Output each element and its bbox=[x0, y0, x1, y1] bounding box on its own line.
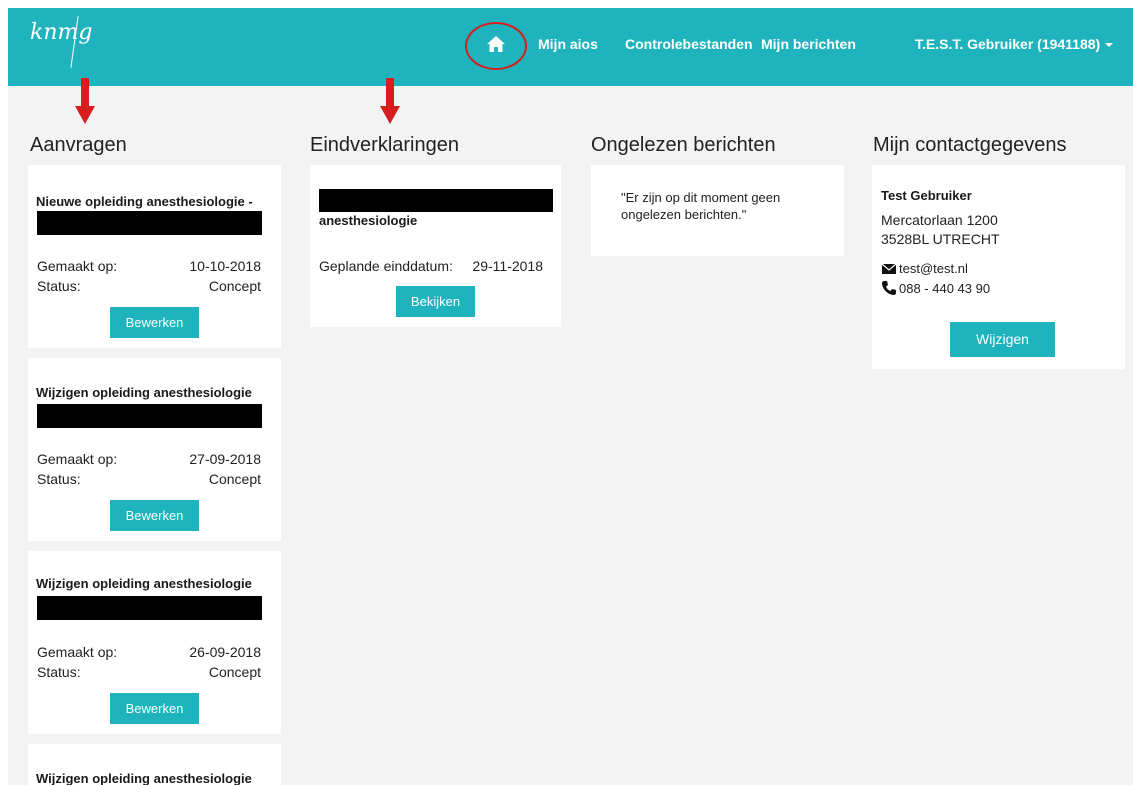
aanvraag-card: Wijzigen opleiding anesthesiologie bbox=[28, 744, 281, 785]
envelope-icon bbox=[881, 263, 897, 274]
nav-mijn-aios[interactable]: Mijn aios bbox=[538, 36, 598, 52]
contact-card: Test Gebruiker Mercatorlaan 1200 3528BL … bbox=[872, 165, 1125, 369]
aanvraag-title: Wijzigen opleiding anesthesiologie bbox=[36, 385, 252, 400]
phone-icon bbox=[882, 281, 896, 295]
home-icon[interactable] bbox=[486, 35, 506, 53]
aanvragen-heading: Aanvragen bbox=[30, 134, 127, 156]
aanvraag-card: Nieuwe opleiding anesthesiologie - Gemaa… bbox=[28, 165, 281, 348]
caret-down-icon bbox=[1105, 43, 1114, 48]
bekijken-button[interactable]: Bekijken bbox=[396, 286, 475, 317]
aanvraag-title: Wijzigen opleiding anesthesiologie bbox=[36, 771, 252, 785]
nav-controlebestanden[interactable]: Controlebestanden bbox=[625, 36, 753, 52]
knmg-logo[interactable]: knmg bbox=[30, 16, 93, 68]
top-navbar: knmg Mijn aios Controlebestanden Mijn be… bbox=[8, 8, 1133, 86]
einddatum-label: Geplande einddatum: bbox=[319, 258, 453, 274]
wijzigen-button[interactable]: Wijzigen bbox=[950, 322, 1055, 357]
created-label: Gemaakt op: bbox=[37, 258, 118, 274]
created-label: Gemaakt op: bbox=[37, 644, 118, 660]
eindverklaring-card: anesthesiologie Geplande einddatum: 29-1… bbox=[310, 165, 561, 327]
bewerken-button[interactable]: Bewerken bbox=[110, 500, 199, 531]
redaction-bar bbox=[37, 596, 262, 620]
status-value: Concept bbox=[208, 664, 261, 680]
status-label: Status: bbox=[37, 278, 81, 294]
aanvraag-card: Wijzigen opleiding anesthesiologie Gemaa… bbox=[28, 551, 281, 734]
status-value: Concept bbox=[208, 278, 261, 294]
contact-email[interactable]: test@test.nl bbox=[899, 261, 968, 276]
created-value: 26-09-2018 bbox=[189, 644, 261, 660]
contact-phone: 088 - 440 43 90 bbox=[899, 281, 991, 296]
einddatum-value: 29-11-2018 bbox=[472, 258, 543, 274]
bewerken-button[interactable]: Bewerken bbox=[110, 693, 199, 724]
aanvraag-title: Wijzigen opleiding anesthesiologie bbox=[36, 576, 252, 591]
nav-mijn-berichten[interactable]: Mijn berichten bbox=[761, 36, 856, 52]
redaction-bar bbox=[37, 404, 262, 428]
redaction-bar bbox=[37, 211, 262, 235]
app-frame: knmg Mijn aios Controlebestanden Mijn be… bbox=[8, 8, 1133, 785]
aanvraag-card: Wijzigen opleiding anesthesiologie Gemaa… bbox=[28, 358, 281, 541]
redaction-bar bbox=[319, 189, 553, 212]
no-messages-text: "Er zijn op dit moment geen ongelezen be… bbox=[621, 190, 781, 222]
eindverklaringen-heading: Eindverklaringen bbox=[310, 134, 459, 156]
contact-city: 3528BL UTRECHT bbox=[881, 231, 1000, 247]
aanvraag-title: Nieuwe opleiding anesthesiologie - bbox=[36, 194, 253, 209]
contactgegevens-heading: Mijn contactgegevens bbox=[873, 134, 1067, 156]
ongelezen-berichten-heading: Ongelezen berichten bbox=[591, 134, 776, 156]
bewerken-button[interactable]: Bewerken bbox=[110, 307, 199, 338]
annotation-arrow-down bbox=[380, 78, 400, 124]
status-label: Status: bbox=[37, 471, 81, 487]
status-label: Status: bbox=[37, 664, 81, 680]
created-value: 27-09-2018 bbox=[189, 451, 261, 467]
user-menu[interactable]: T.E.S.T. Gebruiker (1941188) bbox=[915, 36, 1114, 52]
user-menu-label: T.E.S.T. Gebruiker (1941188) bbox=[915, 36, 1101, 52]
logo-text: knmg bbox=[30, 20, 93, 45]
contact-name: Test Gebruiker bbox=[881, 188, 972, 203]
created-value: 10-10-2018 bbox=[189, 258, 261, 274]
eindverklaring-subtitle: anesthesiologie bbox=[319, 213, 418, 228]
annotation-arrow-down bbox=[75, 78, 95, 124]
berichten-card: "Er zijn op dit moment geen ongelezen be… bbox=[591, 165, 844, 256]
contact-street: Mercatorlaan 1200 bbox=[881, 212, 998, 228]
created-label: Gemaakt op: bbox=[37, 451, 118, 467]
status-value: Concept bbox=[208, 471, 261, 487]
